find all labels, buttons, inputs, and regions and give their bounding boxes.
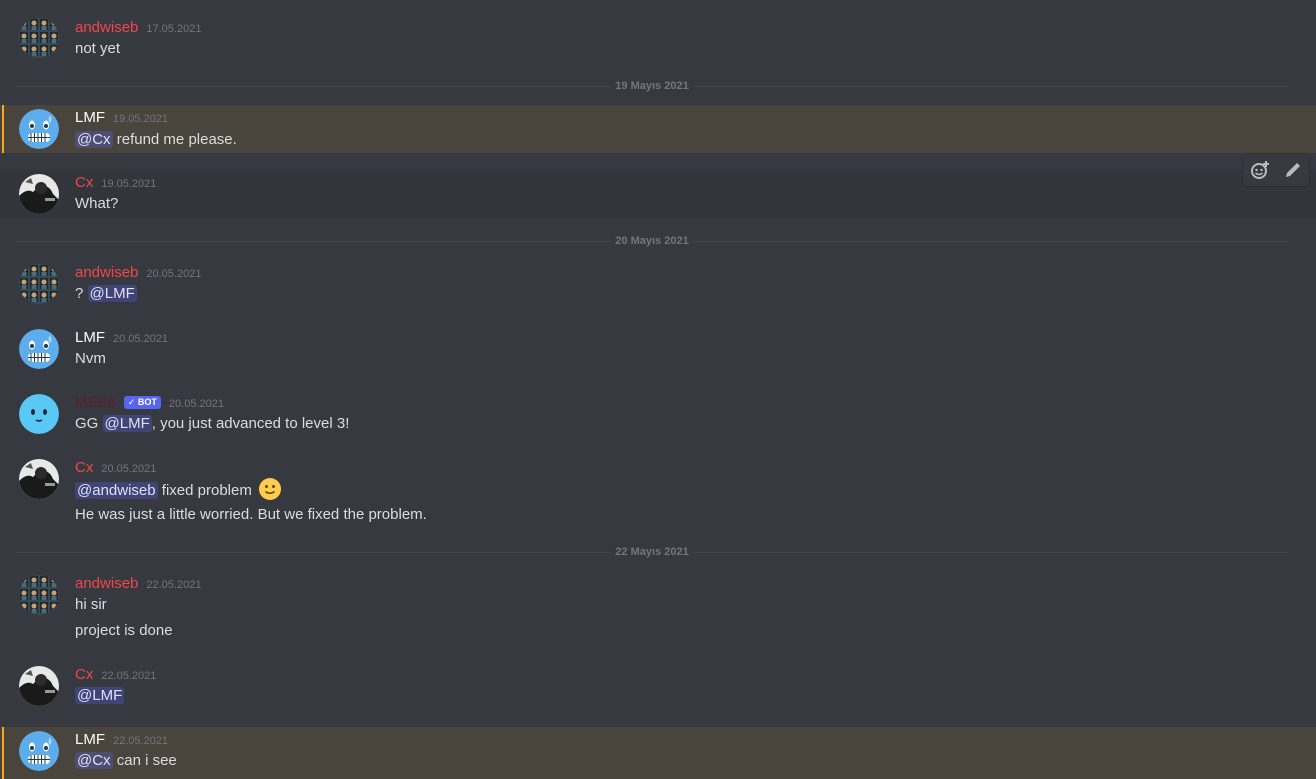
message-item[interactable]: andwiseb 20.05.2021 ? @LMF [0,258,1316,314]
date-divider: 20 Mayıs 2021 [16,234,1288,248]
bot-badge: ✓ BOT [123,396,161,409]
edit-pencil-icon [1285,163,1300,177]
username[interactable]: Cx [75,458,93,478]
message-content: He was just a little worried. But we fix… [75,506,427,523]
username[interactable]: andwiseb [75,18,138,38]
cold-face-emoji-icon [19,731,59,771]
avatar[interactable] [19,731,59,771]
message-content: @andwiseb fixed problem [75,478,281,502]
username[interactable]: Cx [75,665,93,685]
timestamp: 20.05.2021 [101,463,157,475]
bw-photo-avatar-icon [19,459,59,499]
username[interactable]: LMF [75,328,105,348]
cold-face-emoji-icon [19,109,59,149]
add-reaction-button[interactable] [1248,158,1272,182]
message-item[interactable]: LMF 20.05.2021 Nvm [0,323,1316,379]
grid-avatar-icon [19,575,59,615]
timestamp: 20.05.2021 [146,268,202,280]
message-item[interactable]: andwiseb 22.05.2021 hi sir project is do… [0,569,1316,649]
message-content: project is done [75,622,173,639]
date-divider-label: 20 Mayıs 2021 [611,234,693,248]
slightly-smiling-face-emoji-icon[interactable] [259,478,281,500]
grid-avatar-icon [19,264,59,304]
username[interactable]: MEE6 [75,393,116,413]
date-divider: 22 Mayıs 2021 [16,545,1288,559]
message-item[interactable]: MEE6 ✓ BOT 20.05.2021 GG @LMF, you just … [0,388,1316,444]
message-item[interactable]: Cx 22.05.2021 @LMF [0,660,1316,716]
timestamp: 22.05.2021 [146,579,202,591]
avatar[interactable] [19,329,59,369]
message-content: Nvm [75,350,106,367]
message-text: , you just advanced to level 3! [151,415,350,432]
chat-messages-area: andwiseb 17.05.2021 not yet 19 Mayıs 202… [0,0,1316,779]
cold-face-emoji-icon [19,329,59,369]
message-content: ? @LMF [75,283,137,305]
avatar[interactable] [19,394,59,434]
avatar[interactable] [19,174,59,214]
message-content: @Cx refund me please. [75,129,237,151]
timestamp: 19.05.2021 [101,178,157,190]
user-mention[interactable]: @LMF [75,687,125,704]
avatar[interactable] [19,109,59,149]
message-item[interactable]: LMF 19.05.2021 @Cx refund me please. [0,105,1316,153]
add-reaction-icon [1250,161,1269,179]
user-mention[interactable]: @Cx [75,752,113,769]
edit-button[interactable] [1281,158,1305,182]
message-content: GG @LMF, you just advanced to level 3! [75,413,349,435]
message-text: GG [75,415,99,432]
username[interactable]: andwiseb [75,574,138,594]
username[interactable]: Cx [75,173,93,193]
message-content: hi sir [75,596,107,613]
date-divider: 19 Mayıs 2021 [16,79,1288,93]
user-mention[interactable]: @andwiseb [75,482,158,499]
user-mention[interactable]: @LMF [87,285,137,302]
message-item[interactable]: LMF 22.05.2021 @Cx can i see [0,727,1316,779]
username[interactable]: LMF [75,730,105,750]
avatar[interactable] [19,575,59,615]
message-hover-toolbar [1243,154,1309,186]
message-item[interactable]: andwiseb 17.05.2021 not yet [0,10,1316,66]
message-text: can i see [116,752,177,769]
user-mention[interactable]: @LMF [102,415,152,432]
timestamp: 20.05.2021 [168,398,224,410]
message-content: @Cx can i see [75,750,177,772]
message-item[interactable]: Cx 19.05.2021 What? [0,170,1316,218]
message-item[interactable]: Cx 20.05.2021 @andwiseb fixed problem He… [0,453,1316,533]
message-content: What? [75,195,119,212]
message-text: refund me please. [116,131,237,148]
timestamp: 22.05.2021 [101,670,157,682]
bw-photo-avatar-icon [19,174,59,214]
grid-avatar-icon [19,18,59,58]
avatar[interactable] [19,264,59,304]
timestamp: 19.05.2021 [113,113,169,125]
date-divider-label: 22 Mayıs 2021 [611,545,693,559]
bw-photo-avatar-icon [19,666,59,706]
date-divider-label: 19 Mayıs 2021 [611,79,693,93]
timestamp: 20.05.2021 [113,333,169,345]
mee6-face-icon [19,394,59,434]
user-mention[interactable]: @Cx [75,131,113,148]
message-text: fixed problem [161,482,252,499]
username[interactable]: LMF [75,108,105,128]
avatar[interactable] [19,459,59,499]
timestamp: 17.05.2021 [146,23,202,35]
username[interactable]: andwiseb [75,263,138,283]
avatar[interactable] [19,666,59,706]
avatar[interactable] [19,18,59,58]
message-content: @LMF [75,685,125,707]
message-content: not yet [75,40,121,57]
timestamp: 22.05.2021 [113,735,169,747]
message-text: ? [75,285,84,302]
